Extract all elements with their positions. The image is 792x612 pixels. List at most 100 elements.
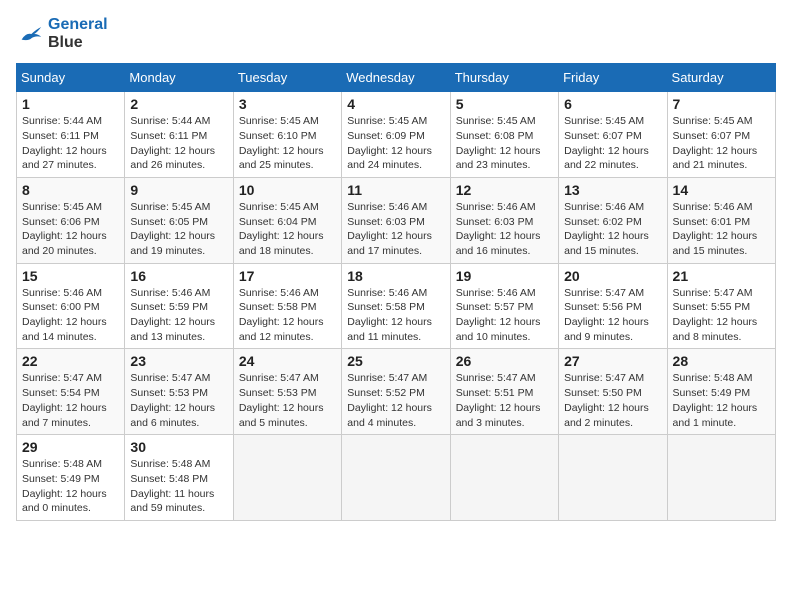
day-number: 2 [130,96,227,112]
day-cell: 17 Sunrise: 5:46 AMSunset: 5:58 PMDayligh… [233,263,341,349]
header-thursday: Thursday [450,64,558,92]
header-friday: Friday [559,64,667,92]
day-info: Sunrise: 5:48 AMSunset: 5:49 PMDaylight:… [22,457,119,516]
day-info: Sunrise: 5:46 AMSunset: 5:58 PMDaylight:… [347,286,444,345]
day-cell: 25 Sunrise: 5:47 AMSunset: 5:52 PMDayligh… [342,349,450,435]
day-cell: 20 Sunrise: 5:47 AMSunset: 5:56 PMDayligh… [559,263,667,349]
day-number: 10 [239,182,336,198]
day-info: Sunrise: 5:46 AMSunset: 5:57 PMDaylight:… [456,286,553,345]
day-cell: 6 Sunrise: 5:45 AMSunset: 6:07 PMDaylight… [559,92,667,178]
day-number: 20 [564,268,661,284]
empty-cell [233,435,341,521]
day-number: 3 [239,96,336,112]
day-info: Sunrise: 5:45 AMSunset: 6:09 PMDaylight:… [347,114,444,173]
day-number: 25 [347,353,444,369]
day-info: Sunrise: 5:45 AMSunset: 6:10 PMDaylight:… [239,114,336,173]
day-number: 18 [347,268,444,284]
day-info: Sunrise: 5:47 AMSunset: 5:54 PMDaylight:… [22,371,119,430]
day-cell: 30 Sunrise: 5:48 AMSunset: 5:48 PMDayligh… [125,435,233,521]
day-info: Sunrise: 5:47 AMSunset: 5:53 PMDaylight:… [130,371,227,430]
day-number: 14 [673,182,770,198]
day-cell: 9 Sunrise: 5:45 AMSunset: 6:05 PMDaylight… [125,177,233,263]
page-header: General Blue [16,16,776,51]
day-info: Sunrise: 5:47 AMSunset: 5:52 PMDaylight:… [347,371,444,430]
day-info: Sunrise: 5:46 AMSunset: 6:02 PMDaylight:… [564,200,661,259]
empty-cell [559,435,667,521]
day-info: Sunrise: 5:47 AMSunset: 5:51 PMDaylight:… [456,371,553,430]
day-cell: 14 Sunrise: 5:46 AMSunset: 6:01 PMDayligh… [667,177,775,263]
day-info: Sunrise: 5:45 AMSunset: 6:07 PMDaylight:… [673,114,770,173]
day-number: 4 [347,96,444,112]
day-number: 15 [22,268,119,284]
day-info: Sunrise: 5:45 AMSunset: 6:04 PMDaylight:… [239,200,336,259]
day-info: Sunrise: 5:46 AMSunset: 6:01 PMDaylight:… [673,200,770,259]
day-cell: 7 Sunrise: 5:45 AMSunset: 6:07 PMDaylight… [667,92,775,178]
day-number: 27 [564,353,661,369]
calendar-row: 22 Sunrise: 5:47 AMSunset: 5:54 PMDayligh… [17,349,776,435]
day-number: 5 [456,96,553,112]
header-sunday: Sunday [17,64,125,92]
day-number: 9 [130,182,227,198]
day-info: Sunrise: 5:47 AMSunset: 5:53 PMDaylight:… [239,371,336,430]
day-cell: 3 Sunrise: 5:45 AMSunset: 6:10 PMDaylight… [233,92,341,178]
day-number: 28 [673,353,770,369]
day-cell: 16 Sunrise: 5:46 AMSunset: 5:59 PMDayligh… [125,263,233,349]
day-cell: 8Sunrise: 5:45 AMSunset: 6:06 PMDaylight… [17,177,125,263]
day-info: Sunrise: 5:46 AMSunset: 6:00 PMDaylight:… [22,286,119,345]
empty-cell [667,435,775,521]
day-cell: 1 Sunrise: 5:44 AMSunset: 6:11 PMDaylight… [17,92,125,178]
day-info: Sunrise: 5:47 AMSunset: 5:56 PMDaylight:… [564,286,661,345]
day-number: 30 [130,439,227,455]
day-info: Sunrise: 5:45 AMSunset: 6:07 PMDaylight:… [564,114,661,173]
day-cell: 18 Sunrise: 5:46 AMSunset: 5:58 PMDayligh… [342,263,450,349]
day-number: 22 [22,353,119,369]
day-number: 17 [239,268,336,284]
day-number: 7 [673,96,770,112]
header-row: Sunday Monday Tuesday Wednesday Thursday… [17,64,776,92]
day-cell: 28Sunrise: 5:48 AMSunset: 5:49 PMDayligh… [667,349,775,435]
day-cell: 4 Sunrise: 5:45 AMSunset: 6:09 PMDaylight… [342,92,450,178]
header-monday: Monday [125,64,233,92]
day-cell: 19 Sunrise: 5:46 AMSunset: 5:57 PMDayligh… [450,263,558,349]
day-cell: 26 Sunrise: 5:47 AMSunset: 5:51 PMDayligh… [450,349,558,435]
day-cell: 2 Sunrise: 5:44 AMSunset: 6:11 PMDaylight… [125,92,233,178]
day-info: Sunrise: 5:46 AMSunset: 6:03 PMDaylight:… [456,200,553,259]
day-cell: 29 Sunrise: 5:48 AMSunset: 5:49 PMDayligh… [17,435,125,521]
day-number: 24 [239,353,336,369]
day-number: 19 [456,268,553,284]
calendar-row: 8Sunrise: 5:45 AMSunset: 6:06 PMDaylight… [17,177,776,263]
day-cell: 15 Sunrise: 5:46 AMSunset: 6:00 PMDayligh… [17,263,125,349]
day-info: Sunrise: 5:45 AMSunset: 6:05 PMDaylight:… [130,200,227,259]
day-number: 21 [673,268,770,284]
day-number: 29 [22,439,119,455]
day-cell: 12 Sunrise: 5:46 AMSunset: 6:03 PMDayligh… [450,177,558,263]
day-number: 6 [564,96,661,112]
day-number: 16 [130,268,227,284]
day-number: 13 [564,182,661,198]
day-number: 12 [456,182,553,198]
calendar-row: 15 Sunrise: 5:46 AMSunset: 6:00 PMDayligh… [17,263,776,349]
header-saturday: Saturday [667,64,775,92]
empty-cell [342,435,450,521]
day-number: 8 [22,182,119,198]
day-info: Sunrise: 5:46 AMSunset: 5:58 PMDaylight:… [239,286,336,345]
day-cell: 21Sunrise: 5:47 AMSunset: 5:55 PMDayligh… [667,263,775,349]
day-number: 1 [22,96,119,112]
empty-cell [450,435,558,521]
logo-text: General Blue [48,16,108,51]
calendar-row: 29 Sunrise: 5:48 AMSunset: 5:49 PMDayligh… [17,435,776,521]
day-cell: 22 Sunrise: 5:47 AMSunset: 5:54 PMDayligh… [17,349,125,435]
day-cell: 27 Sunrise: 5:47 AMSunset: 5:50 PMDayligh… [559,349,667,435]
day-cell: 5Sunrise: 5:45 AMSunset: 6:08 PMDaylight… [450,92,558,178]
day-info: Sunrise: 5:44 AMSunset: 6:11 PMDaylight:… [130,114,227,173]
calendar-table: Sunday Monday Tuesday Wednesday Thursday… [16,63,776,521]
day-number: 26 [456,353,553,369]
day-info: Sunrise: 5:48 AMSunset: 5:48 PMDaylight:… [130,457,227,516]
day-info: Sunrise: 5:46 AMSunset: 5:59 PMDaylight:… [130,286,227,345]
logo: General Blue [16,16,108,51]
day-cell: 24 Sunrise: 5:47 AMSunset: 5:53 PMDayligh… [233,349,341,435]
day-info: Sunrise: 5:47 AMSunset: 5:50 PMDaylight:… [564,371,661,430]
day-info: Sunrise: 5:44 AMSunset: 6:11 PMDaylight:… [22,114,119,173]
day-cell: 10 Sunrise: 5:45 AMSunset: 6:04 PMDayligh… [233,177,341,263]
header-wednesday: Wednesday [342,64,450,92]
